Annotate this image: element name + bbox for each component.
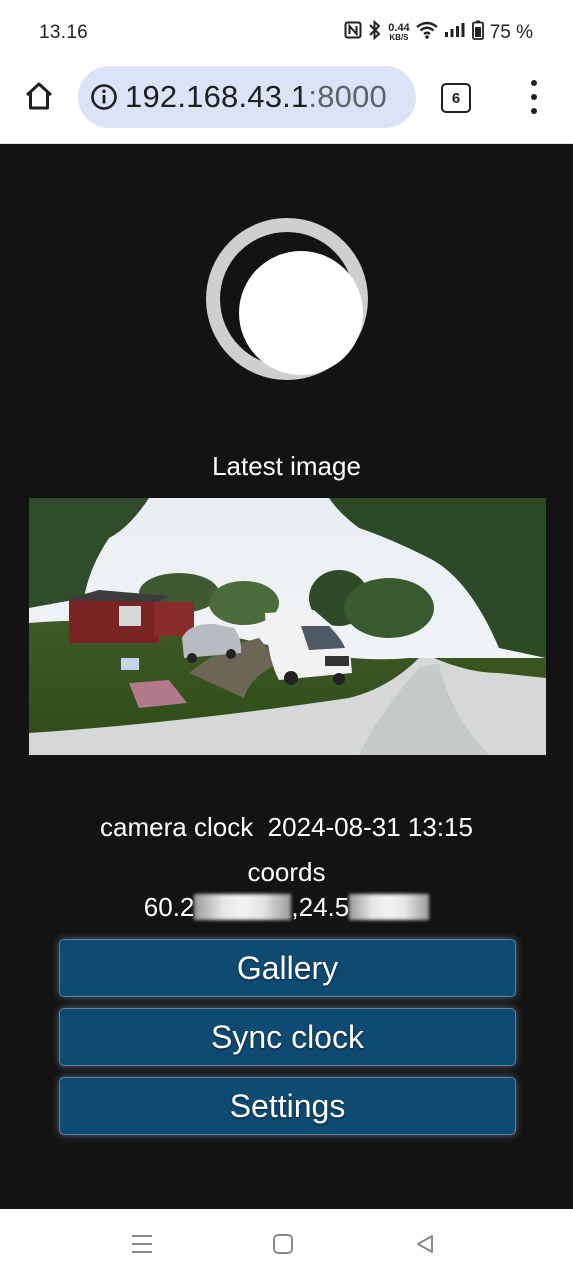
redacted-latitude <box>194 894 292 920</box>
wifi-icon <box>415 21 438 45</box>
longitude-prefix: ,24.5 <box>291 892 350 922</box>
url-host: 192.168.43.1 <box>125 79 309 114</box>
status-time: 13.16 <box>39 22 89 43</box>
address-bar[interactable]: 192.168.43.1:8000 <box>78 66 416 128</box>
bluetooth-icon <box>368 19 382 46</box>
nfc-icon <box>344 21 362 45</box>
back-icon[interactable] <box>410 1229 440 1259</box>
url-port: :8000 <box>308 79 387 114</box>
latest-image-label: Latest image <box>212 451 361 481</box>
camera-clock: camera clock 2024-08-31 13:15 <box>0 812 573 843</box>
browser-home-button[interactable] <box>20 79 58 117</box>
settings-button[interactable]: Settings <box>59 1077 516 1135</box>
coords-value: 60.2 ,24.5 <box>0 892 573 923</box>
redacted-longitude <box>349 894 430 920</box>
system-nav-bar <box>0 1209 573 1280</box>
recents-icon[interactable] <box>127 1229 157 1259</box>
camera-clock-label: camera clock <box>100 812 254 842</box>
signal-icon <box>444 22 466 44</box>
latitude-prefix: 60.2 <box>143 892 195 922</box>
info-icon[interactable] <box>89 82 119 112</box>
browser-toolbar: 192.168.43.1:8000 6 <box>0 66 573 144</box>
gallery-button[interactable]: Gallery <box>59 939 516 997</box>
more-vert-icon[interactable] <box>522 80 546 114</box>
tab-switcher-button[interactable]: 6 <box>441 83 471 113</box>
shutter-button[interactable] <box>206 218 368 380</box>
battery-icon <box>471 20 484 46</box>
network-speed: 0.44 KB/S <box>388 22 410 43</box>
sync-clock-button[interactable]: Sync clock <box>59 1008 516 1066</box>
status-bar: 13.16 0.44 KB/S 75 % <box>0 0 573 66</box>
home-icon <box>23 80 55 117</box>
camera-clock-value: 2024-08-31 13:15 <box>267 812 473 842</box>
network-speed-value: 0.44 <box>388 22 410 34</box>
coords-label: coords <box>247 857 326 887</box>
battery-level: 75 % <box>489 22 533 43</box>
phone-screen: 13.16 0.44 KB/S 75 % 192.168.43.1:8000 6… <box>0 0 573 1280</box>
url-text: 192.168.43.1:8000 <box>125 79 387 115</box>
network-speed-unit: KB/S <box>389 33 409 42</box>
nav-home-icon[interactable] <box>268 1229 298 1259</box>
web-page: Latest image camera clock 2024-08-31 13:… <box>0 144 573 1209</box>
status-icons: 0.44 KB/S 75 % <box>344 19 533 46</box>
shutter-core <box>239 251 363 375</box>
latest-image-thumbnail[interactable] <box>29 498 546 755</box>
shutter-ring <box>220 232 363 375</box>
